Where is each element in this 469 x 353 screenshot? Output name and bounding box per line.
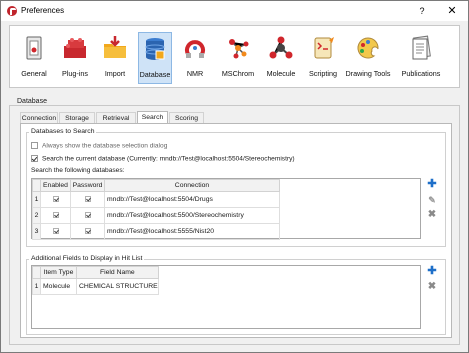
enabled-checkbox[interactable] [52, 195, 59, 202]
table-row[interactable]: 3 mndb://Test@localhost:5555/Nist20 [32, 223, 280, 240]
general-switch-icon [26, 36, 42, 60]
app-logo-icon [7, 6, 17, 16]
tool-molecule[interactable]: Molecule [262, 32, 300, 84]
tool-label: General [21, 69, 47, 78]
category-toolbar: General Plug-ins Import Database NMR MSC… [9, 25, 460, 88]
item-type-cell[interactable]: Molecule [40, 278, 77, 295]
password-cell[interactable] [70, 207, 105, 224]
search-current-db-label: Search the current database (Currently: … [42, 155, 295, 163]
tool-label: Drawing Tools [345, 69, 391, 78]
tool-label: Scripting [309, 69, 337, 78]
molecule-icon [269, 36, 293, 59]
nmr-magnet-icon [185, 40, 205, 58]
connection-cell[interactable]: mndb://Test@localhost:5504/Drugs [104, 191, 280, 208]
window-title: Preferences [21, 6, 65, 15]
enabled-column-header[interactable]: Enabled [40, 179, 71, 192]
drawing-palette-icon [357, 37, 379, 59]
tool-database[interactable]: Database [138, 32, 172, 84]
search-following-label: Search the following databases: [31, 167, 125, 174]
password-column-header[interactable]: Password [70, 179, 105, 192]
connection-column-header[interactable]: Connection [104, 179, 280, 192]
import-folder-icon [104, 36, 126, 58]
table-header-row: Item Type Field Name [32, 266, 159, 279]
tool-import[interactable]: Import [98, 32, 132, 84]
row-number-header [32, 266, 41, 279]
password-cell[interactable] [70, 223, 105, 240]
remove-database-button[interactable]: ✖ [426, 209, 438, 221]
tool-publications[interactable]: Publications [398, 32, 444, 84]
tool-label: Import [104, 69, 126, 78]
always-show-dialog-label: Always show the database selection dialo… [42, 142, 168, 150]
table-row[interactable]: 2 mndb://Test@localhost:5500/Stereochemi… [32, 207, 280, 224]
row-number: 2 [32, 207, 41, 224]
close-button[interactable]: ✕ [440, 1, 464, 21]
hitlist-grid: Item Type Field Name 1 Molecule CHEMICAL… [31, 265, 421, 329]
always-show-dialog-checkbox[interactable] [31, 142, 38, 149]
password-checkbox[interactable] [84, 227, 91, 234]
add-field-button[interactable]: ✚ [426, 265, 438, 277]
password-checkbox[interactable] [84, 195, 91, 202]
row-number: 3 [32, 223, 41, 240]
tool-nmr[interactable]: NMR [178, 32, 212, 84]
enabled-checkbox[interactable] [52, 227, 59, 234]
search-current-db-checkbox[interactable] [31, 155, 38, 162]
tool-label: Molecule [266, 69, 296, 78]
search-current-db-option[interactable]: Search the current database (Currently: … [31, 155, 295, 162]
preferences-window: Preferences ? ✕ General Plug-ins Import … [0, 0, 469, 353]
databases-to-search-title: Databases to Search [29, 128, 97, 135]
tool-label: NMR [186, 69, 204, 78]
database-group-title: Database [15, 98, 49, 105]
password-cell[interactable] [70, 191, 105, 208]
password-checkbox[interactable] [84, 211, 91, 218]
databases-table: Enabled Password Connection 1 mndb://Tes… [32, 179, 280, 240]
publications-document-icon [412, 35, 431, 60]
help-button[interactable]: ? [410, 1, 434, 21]
title-bar: Preferences ? ✕ [1, 1, 468, 21]
hitlist-fields-title: Additional Fields to Display in Hit List [29, 255, 145, 262]
row-number: 1 [32, 278, 41, 295]
table-header-row: Enabled Password Connection [32, 179, 280, 192]
tool-general[interactable]: General [16, 32, 52, 84]
mschrom-molecule-icon [229, 39, 249, 59]
enabled-cell[interactable] [40, 223, 71, 240]
edit-database-button[interactable]: ✎ [426, 194, 438, 206]
table-row[interactable]: 1 mndb://Test@localhost:5504/Drugs [32, 191, 280, 208]
tool-label: Plug-ins [62, 69, 88, 78]
plugins-bricks-icon [64, 38, 86, 58]
connection-cell[interactable]: mndb://Test@localhost:5555/Nist20 [104, 223, 280, 240]
row-number: 1 [32, 191, 41, 208]
enabled-cell[interactable] [40, 207, 71, 224]
field-name-cell[interactable]: CHEMICAL STRUCTURE [76, 278, 159, 295]
item-type-column-header[interactable]: Item Type [40, 266, 77, 279]
row-number-header [32, 179, 41, 192]
scripting-scroll-icon [314, 37, 334, 59]
tool-plugins[interactable]: Plug-ins [57, 32, 93, 84]
hitlist-table: Item Type Field Name 1 Molecule CHEMICAL… [32, 266, 159, 295]
remove-field-button[interactable]: ✖ [426, 281, 438, 293]
table-row[interactable]: 1 Molecule CHEMICAL STRUCTURE [32, 278, 159, 295]
tool-drawing-tools[interactable]: Drawing Tools [344, 32, 392, 84]
tool-scripting[interactable]: Scripting [304, 32, 342, 84]
tool-label: Publications [401, 69, 441, 78]
enabled-cell[interactable] [40, 191, 71, 208]
connection-cell[interactable]: mndb://Test@localhost:5500/Stereochemist… [104, 207, 280, 224]
add-database-button[interactable]: ✚ [426, 178, 438, 190]
always-show-dialog-option[interactable]: Always show the database selection dialo… [31, 142, 167, 149]
database-icon [145, 38, 165, 60]
databases-grid: Enabled Password Connection 1 mndb://Tes… [31, 178, 421, 240]
tool-label: MSChrom [221, 69, 255, 78]
enabled-checkbox[interactable] [52, 211, 59, 218]
tool-label: Database [139, 70, 171, 79]
field-name-column-header[interactable]: Field Name [76, 266, 159, 279]
tool-mschrom[interactable]: MSChrom [218, 32, 258, 84]
